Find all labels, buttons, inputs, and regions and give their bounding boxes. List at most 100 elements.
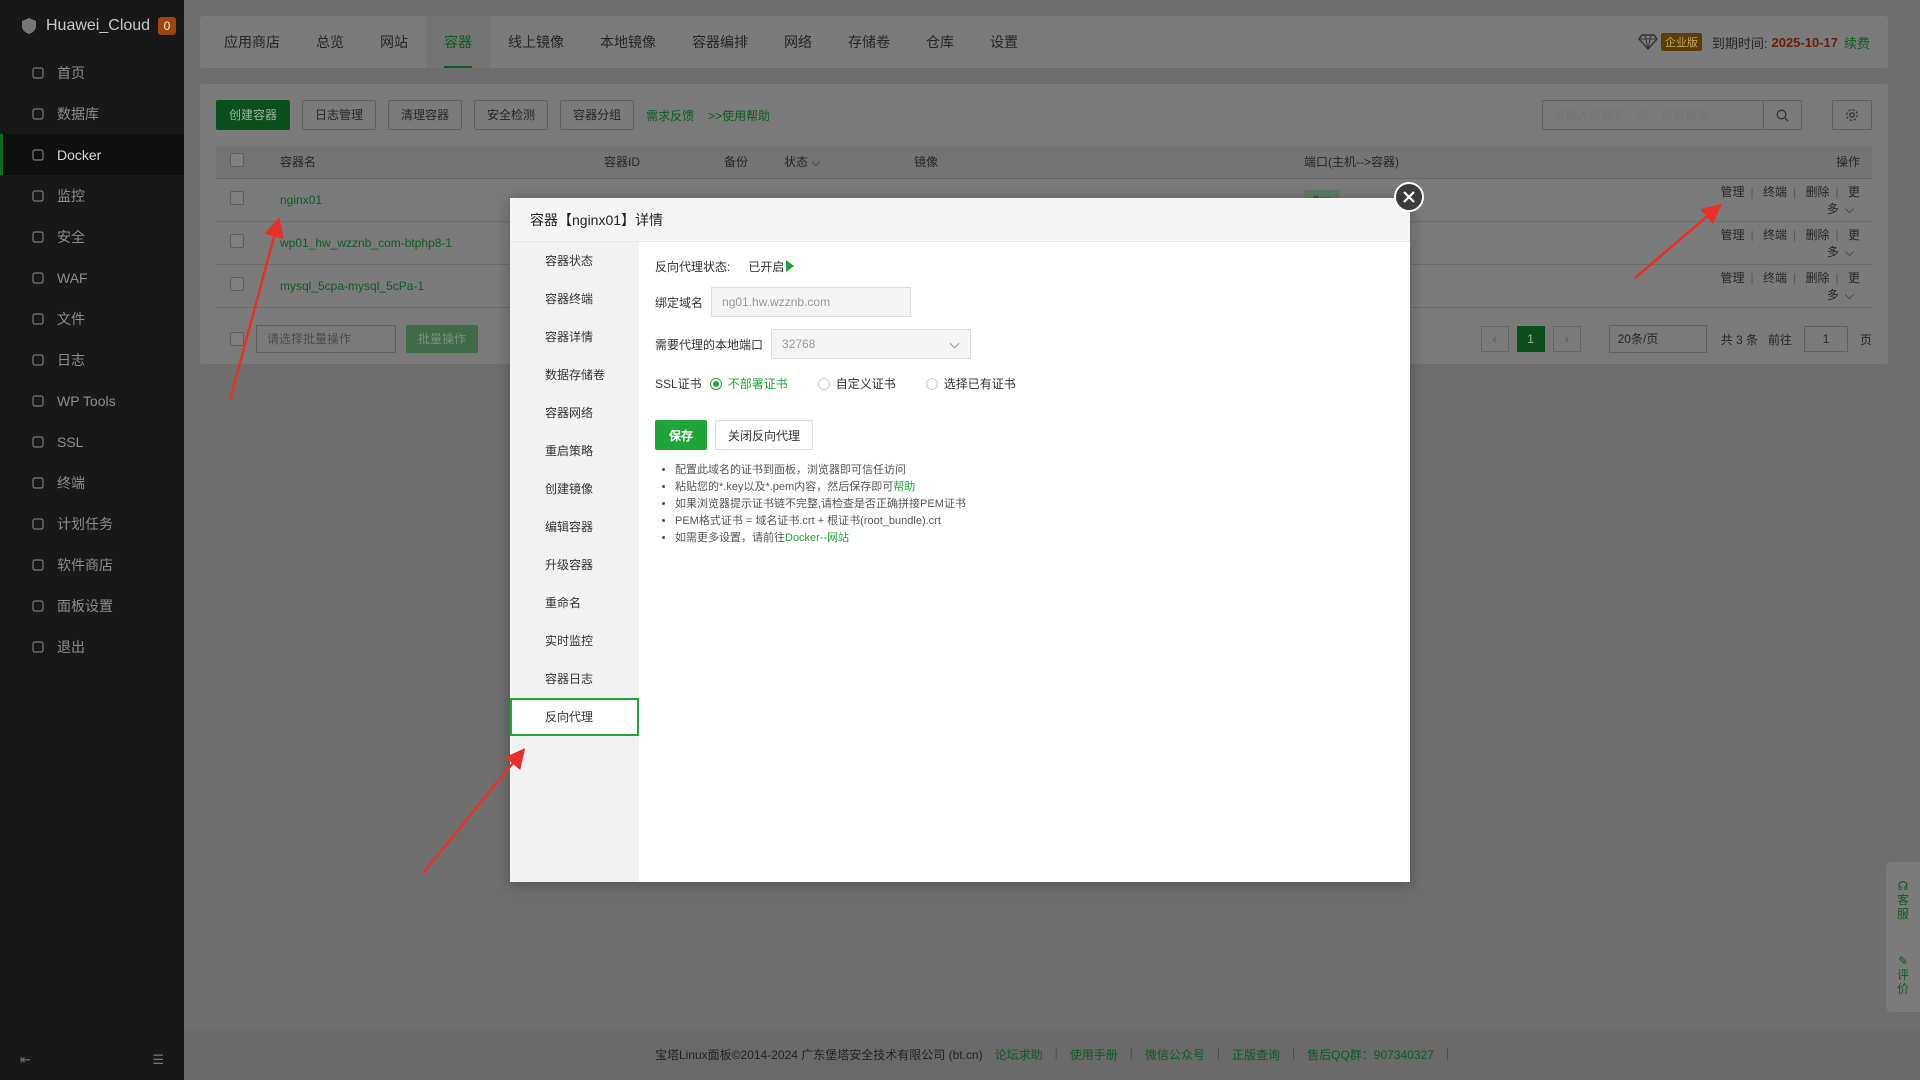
create-container-button[interactable]: 创建容器	[216, 100, 291, 130]
sidebar-item-14[interactable]: 退出	[0, 626, 184, 667]
modal-nav-item-4[interactable]: 容器网络	[510, 394, 639, 432]
grid-icon	[31, 558, 45, 572]
page-size-select[interactable]: 20条/页	[1608, 325, 1707, 353]
modal-close-button[interactable]	[1394, 182, 1424, 212]
help-link[interactable]: >>使用帮助	[708, 107, 770, 124]
more-link[interactable]: 更多 ⌵	[1827, 228, 1860, 259]
sidebar-item-13[interactable]: 面板设置	[0, 585, 184, 626]
sidebar-item-10[interactable]: 终端	[0, 462, 184, 503]
sidebar-item-2[interactable]: Docker	[0, 134, 184, 175]
home-icon	[31, 66, 45, 80]
sidebar-item-1[interactable]: 数据库	[0, 93, 184, 134]
tab-5[interactable]: 本地镜像	[582, 16, 674, 68]
sidebar-item-0[interactable]: 首页	[0, 52, 184, 93]
page-current[interactable]: 1	[1516, 326, 1545, 352]
sidebar-item-12[interactable]: 软件商店	[0, 544, 184, 585]
batch-button[interactable]: 批量操作	[406, 325, 479, 353]
tab-7[interactable]: 网络	[766, 16, 830, 68]
ssl-radio-0[interactable]: 不部署证书	[709, 375, 788, 392]
more-link[interactable]: 更多 ⌵	[1827, 185, 1860, 216]
modal-nav-item-12[interactable]: 反向代理	[510, 698, 639, 736]
manage-link[interactable]: 管理	[1721, 185, 1745, 199]
tab-1[interactable]: 总览	[298, 16, 362, 68]
notification-badge[interactable]: 0	[158, 17, 176, 35]
modal-nav-item-11[interactable]: 容器日志	[510, 660, 639, 698]
clean-container-button[interactable]: 清理容器	[388, 100, 463, 130]
tab-3[interactable]: 容器	[426, 16, 490, 68]
search-button[interactable]	[1763, 101, 1801, 129]
sidebar-item-7[interactable]: 日志	[0, 339, 184, 380]
footer-link-1[interactable]: 使用手册	[1070, 1046, 1118, 1063]
tip-link[interactable]: 帮助	[893, 481, 915, 493]
collapse-sidebar-icon[interactable]: ⇤	[20, 1052, 31, 1068]
terminal-link[interactable]: 终端	[1763, 228, 1787, 242]
col-status[interactable]: 状态 ⌵	[784, 146, 914, 179]
more-link[interactable]: 更多 ⌵	[1827, 271, 1860, 302]
modal-nav-item-1[interactable]: 容器终端	[510, 280, 639, 318]
terminal-link[interactable]: 终端	[1763, 271, 1787, 285]
modal-nav-item-7[interactable]: 编辑容器	[510, 508, 639, 546]
row-checkbox[interactable]	[230, 234, 244, 248]
terminal-link[interactable]: 终端	[1763, 185, 1787, 199]
container-name-link[interactable]: wp01_hw_wzznb_com-btphp8-1	[280, 236, 452, 250]
modal-nav-item-0[interactable]: 容器状态	[510, 242, 639, 280]
modal-nav-item-6[interactable]: 创建镜像	[510, 470, 639, 508]
tab-10[interactable]: 设置	[972, 16, 1036, 68]
manage-link[interactable]: 管理	[1721, 271, 1745, 285]
sidebar-item-11[interactable]: 计划任务	[0, 503, 184, 544]
tab-4[interactable]: 线上镜像	[490, 16, 582, 68]
modal-nav-item-10[interactable]: 实时监控	[510, 622, 639, 660]
delete-link[interactable]: 删除	[1806, 185, 1830, 199]
renew-link[interactable]: 续费	[1844, 33, 1870, 52]
next-page-button[interactable]: ›	[1552, 326, 1581, 352]
close-proxy-button[interactable]: 关闭反向代理	[715, 420, 814, 450]
delete-link[interactable]: 删除	[1806, 271, 1830, 285]
tab-2[interactable]: 网站	[362, 16, 426, 68]
container-name-link[interactable]: nginx01	[280, 193, 322, 207]
settings-button[interactable]	[1832, 100, 1872, 130]
log-management-button[interactable]: 日志管理	[302, 100, 377, 130]
footer-link-4[interactable]: 售后QQ群：907340327	[1307, 1046, 1434, 1063]
modal-nav-item-5[interactable]: 重启策略	[510, 432, 639, 470]
tip-link[interactable]: Docker--网站	[785, 532, 849, 544]
tab-8[interactable]: 存储卷	[830, 16, 908, 68]
ssl-radio-2[interactable]: 选择已有证书	[925, 375, 1016, 392]
sidebar-item-6[interactable]: 文件	[0, 298, 184, 339]
batch-select[interactable]: 请选择批量操作	[256, 325, 396, 353]
row-checkbox[interactable]	[230, 277, 244, 291]
sidebar-item-3[interactable]: 监控	[0, 175, 184, 216]
sidebar-item-4[interactable]: 安全	[0, 216, 184, 257]
security-check-button[interactable]: 安全检测	[474, 100, 549, 130]
select-all-checkbox[interactable]	[230, 153, 244, 168]
delete-link[interactable]: 删除	[1806, 228, 1830, 242]
footer-link-0[interactable]: 论坛求助	[995, 1046, 1043, 1063]
container-name-link[interactable]: mysql_5cpa-mysql_5cPa-1	[280, 279, 424, 293]
tab-9[interactable]: 仓库	[908, 16, 972, 68]
customer-service-button[interactable]: ☊ 客服	[1897, 879, 1909, 921]
modal-nav-item-2[interactable]: 容器详情	[510, 318, 639, 356]
modal-nav-item-9[interactable]: 重命名	[510, 584, 639, 622]
domain-input[interactable]	[711, 287, 912, 317]
save-button[interactable]: 保存	[655, 420, 708, 450]
container-group-button[interactable]: 容器分组	[560, 100, 635, 130]
sidebar-item-8[interactable]: WP Tools	[0, 380, 184, 421]
sidebar-item-9[interactable]: SSL	[0, 421, 184, 462]
footer-link-3[interactable]: 正版查询	[1232, 1046, 1280, 1063]
feedback-link[interactable]: 需求反馈	[646, 107, 694, 124]
footer-link-2[interactable]: 微信公众号	[1145, 1046, 1205, 1063]
manage-link[interactable]: 管理	[1721, 228, 1745, 242]
sidebar-item-5[interactable]: WAF	[0, 257, 184, 298]
goto-input[interactable]: 1	[1803, 326, 1848, 352]
row-checkbox[interactable]	[230, 191, 244, 205]
tab-0[interactable]: 应用商店	[206, 16, 298, 68]
search-input[interactable]	[1543, 101, 1763, 129]
modal-nav-item-3[interactable]: 数据存储卷	[510, 356, 639, 394]
modal-nav-item-8[interactable]: 升级容器	[510, 546, 639, 584]
tab-6[interactable]: 容器编排	[674, 16, 766, 68]
prev-page-button[interactable]: ‹	[1480, 326, 1509, 352]
batch-checkbox[interactable]	[230, 332, 244, 346]
review-button[interactable]: ✎ 评价	[1897, 954, 1909, 996]
ssl-radio-1[interactable]: 自定义证书	[817, 375, 896, 392]
menu-list-icon[interactable]: ☰	[152, 1052, 164, 1068]
port-select[interactable]: 32768	[771, 329, 972, 359]
